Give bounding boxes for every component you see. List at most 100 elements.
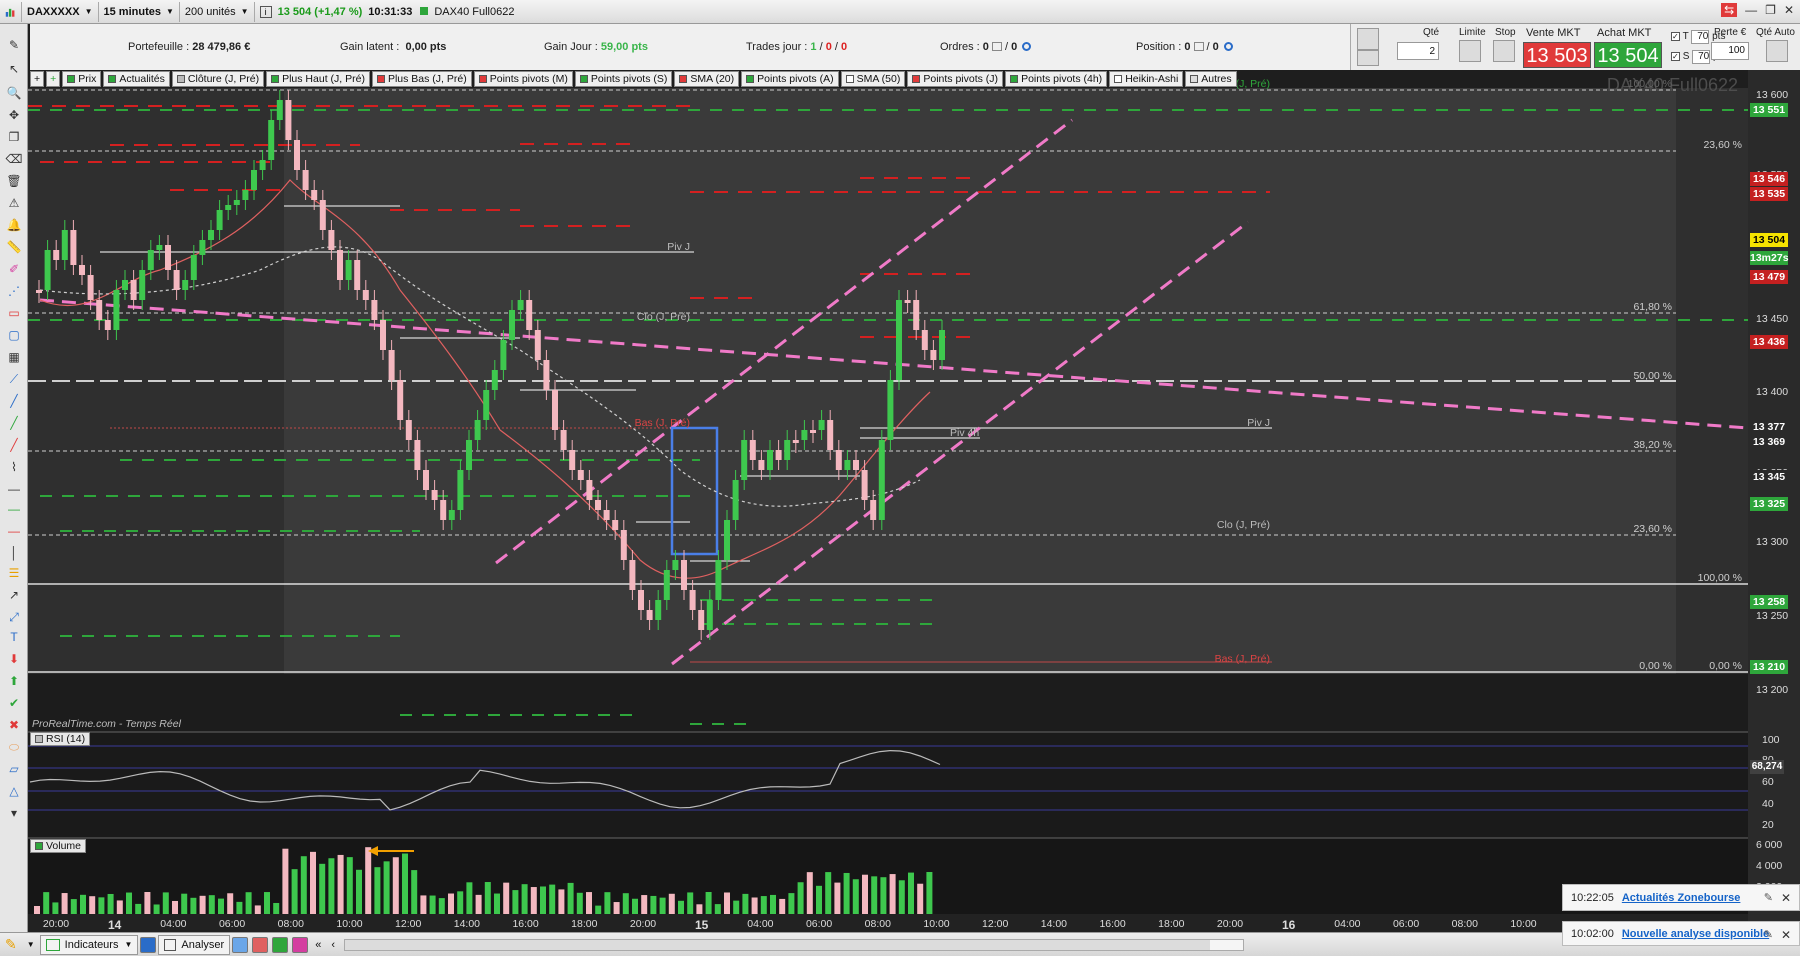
layout-icon[interactable] xyxy=(272,936,289,953)
legend-item[interactable]: Heikin-Ashi xyxy=(1109,71,1184,87)
legend-item[interactable]: Autres xyxy=(1185,71,1237,87)
rsi-pane-label[interactable]: RSI (14) xyxy=(30,732,91,746)
pencil-icon[interactable]: ✎ xyxy=(5,36,23,54)
box-icon[interactable]: ▢ xyxy=(5,326,23,344)
scroll-left-icon[interactable]: « xyxy=(310,935,326,955)
notification-analysis[interactable]: 10:02:00 Nouvelle analyse disponible ✎ ✕ xyxy=(1562,921,1800,946)
draw-tool-dropdown[interactable]: ▼ xyxy=(22,935,40,955)
zoom-icon[interactable]: 🔍 xyxy=(5,84,23,102)
triangle-icon[interactable]: △ xyxy=(5,782,23,800)
grid-icon[interactable]: ▦ xyxy=(5,348,23,366)
notification-link[interactable]: Actualités Zonebourse xyxy=(1622,892,1741,904)
legend-item[interactable]: Actualités xyxy=(103,71,170,87)
legend-item[interactable]: SMA (20) xyxy=(674,71,740,87)
vertical-line-icon[interactable]: │ xyxy=(5,544,23,562)
close-icon[interactable]: ✕ xyxy=(1784,3,1794,17)
check-icon[interactable]: ✔ xyxy=(5,694,23,712)
brush-icon[interactable]: ✐ xyxy=(5,260,23,278)
stop-order-button[interactable] xyxy=(1493,40,1515,62)
position-list-icon[interactable] xyxy=(1193,42,1204,51)
trendline-red-icon[interactable]: ╱ xyxy=(5,436,23,454)
notification-link[interactable]: Nouvelle analyse disponible xyxy=(1622,928,1769,940)
trendline-blue-icon[interactable]: ╱ xyxy=(5,392,23,410)
legend-item[interactable]: Points pivots (A) xyxy=(741,71,839,87)
calendar-icon[interactable] xyxy=(252,936,269,953)
chart-menu-icon[interactable] xyxy=(0,1,22,22)
instrument-select[interactable]: DAXXXXX ▼ xyxy=(22,1,99,22)
down-arrow-icon[interactable]: ⬇ xyxy=(5,650,23,668)
info-icon[interactable]: i xyxy=(259,5,272,18)
alert-icon[interactable]: ⚠ xyxy=(5,194,23,212)
rectangle-icon[interactable]: ▭ xyxy=(5,304,23,322)
list-icon[interactable] xyxy=(292,936,309,953)
legend-item[interactable]: Prix xyxy=(62,71,102,87)
parallel-icon[interactable]: ▱ xyxy=(5,760,23,778)
horizontal-scrollbar[interactable] xyxy=(343,938,1244,951)
up-arrow-icon[interactable]: ⬆ xyxy=(5,672,23,690)
position[interactable]: Position : 0 / 0 xyxy=(1136,41,1233,53)
loss-input[interactable]: 100 xyxy=(1711,42,1749,60)
tp-input[interactable]: 70 xyxy=(1691,30,1710,44)
arrow-tool-icon[interactable]: ↗ xyxy=(5,586,23,604)
volume-pane-label[interactable]: Volume xyxy=(30,839,87,853)
limit-order-button[interactable] xyxy=(1459,40,1481,62)
copy-icon[interactable]: ❐ xyxy=(5,128,23,146)
legend-add-green-button[interactable]: + xyxy=(46,71,61,87)
move-icon[interactable]: ✥ xyxy=(5,106,23,124)
legend-add-button[interactable]: + xyxy=(30,71,45,87)
legend-item[interactable]: Points pivots (J) xyxy=(907,71,1004,87)
ruler-icon[interactable]: 📏 xyxy=(5,238,23,256)
analyze-button[interactable]: Analyser xyxy=(158,934,231,955)
indicators-button[interactable]: Indicateurs ▼ xyxy=(39,934,139,955)
legend-item[interactable]: Plus Bas (J, Pré) xyxy=(371,71,472,87)
timeframe-select[interactable]: 15 minutes ▼ xyxy=(99,1,180,22)
restore-icon[interactable]: ⇆ xyxy=(1721,3,1738,17)
wrench-icon[interactable] xyxy=(1357,28,1379,50)
pin-icon[interactable]: ✎ xyxy=(1764,928,1773,941)
fibonacci-icon[interactable]: ☰ xyxy=(5,564,23,582)
qty-input[interactable] xyxy=(1397,42,1439,60)
measure-icon[interactable]: ⤢ xyxy=(5,608,23,626)
maximize-icon[interactable]: ❐ xyxy=(1765,3,1776,17)
cross-icon[interactable]: ✖ xyxy=(5,716,23,734)
horizontal-line-red-icon[interactable]: — xyxy=(5,522,23,540)
legend-item[interactable]: SMA (50) xyxy=(840,71,906,87)
notification-news[interactable]: 10:22:05 Actualités Zonebourse ✎ ✕ xyxy=(1562,884,1800,911)
trash-icon[interactable]: 🗑 xyxy=(5,172,23,190)
legend-item[interactable]: Points pivots (M) xyxy=(473,71,573,87)
sl-input[interactable]: 70 xyxy=(1692,50,1711,64)
buy-market-button[interactable]: 13 504 xyxy=(1594,42,1662,68)
trendline-green-icon[interactable]: ╱ xyxy=(5,414,23,432)
legend-item[interactable]: Plus Haut (J, Pré) xyxy=(266,71,370,87)
orders-list-icon[interactable] xyxy=(991,42,1002,51)
legend-item[interactable]: Points pivots (4h) xyxy=(1005,71,1108,87)
ellipse-icon[interactable]: ⬭ xyxy=(5,738,23,756)
scrollbar-thumb[interactable] xyxy=(344,939,1210,950)
price-chart[interactable]: DAX40 Full0622 Haut (J, Pré) Piv J Clo (… xyxy=(0,0,1800,956)
pin-icon[interactable]: ✎ xyxy=(1764,891,1773,904)
sl-checkbox[interactable]: ✓ xyxy=(1671,52,1680,61)
legend-item[interactable]: Clôture (J, Pré) xyxy=(171,71,265,87)
tp-checkbox[interactable]: ✓ xyxy=(1671,32,1680,41)
close-icon[interactable]: ✕ xyxy=(1781,928,1791,942)
channel-icon[interactable]: ⋰ xyxy=(5,282,23,300)
legend-item[interactable]: Points pivots (S) xyxy=(574,71,673,87)
polyline-icon[interactable]: ⌇ xyxy=(5,458,23,476)
eraser-icon[interactable]: ⌫ xyxy=(5,150,23,168)
auto-qty-button[interactable] xyxy=(1766,40,1788,62)
minimize-icon[interactable]: — xyxy=(1745,3,1757,17)
sell-market-button[interactable]: 13 503 xyxy=(1523,42,1591,68)
close-icon[interactable]: ✕ xyxy=(1781,891,1791,905)
scroll-prev-icon[interactable]: ‹ xyxy=(326,935,340,955)
horizontal-line-icon[interactable]: — xyxy=(5,480,23,498)
chat-icon[interactable] xyxy=(232,936,249,953)
units-select[interactable]: 200 unités ▼ xyxy=(180,1,255,22)
keypad-icon[interactable] xyxy=(1357,50,1379,66)
pointer-icon[interactable]: ↖ xyxy=(5,60,23,78)
horizontal-line-green-icon[interactable]: — xyxy=(5,500,23,518)
draw-tool-button[interactable]: ✎ xyxy=(0,935,22,955)
fan-icon[interactable]: ⟋ xyxy=(5,370,23,388)
bell-icon[interactable]: 🔔 xyxy=(5,216,23,234)
text-tool-icon[interactable]: T xyxy=(5,628,23,646)
more-tools-icon[interactable]: ▾ xyxy=(5,804,23,822)
